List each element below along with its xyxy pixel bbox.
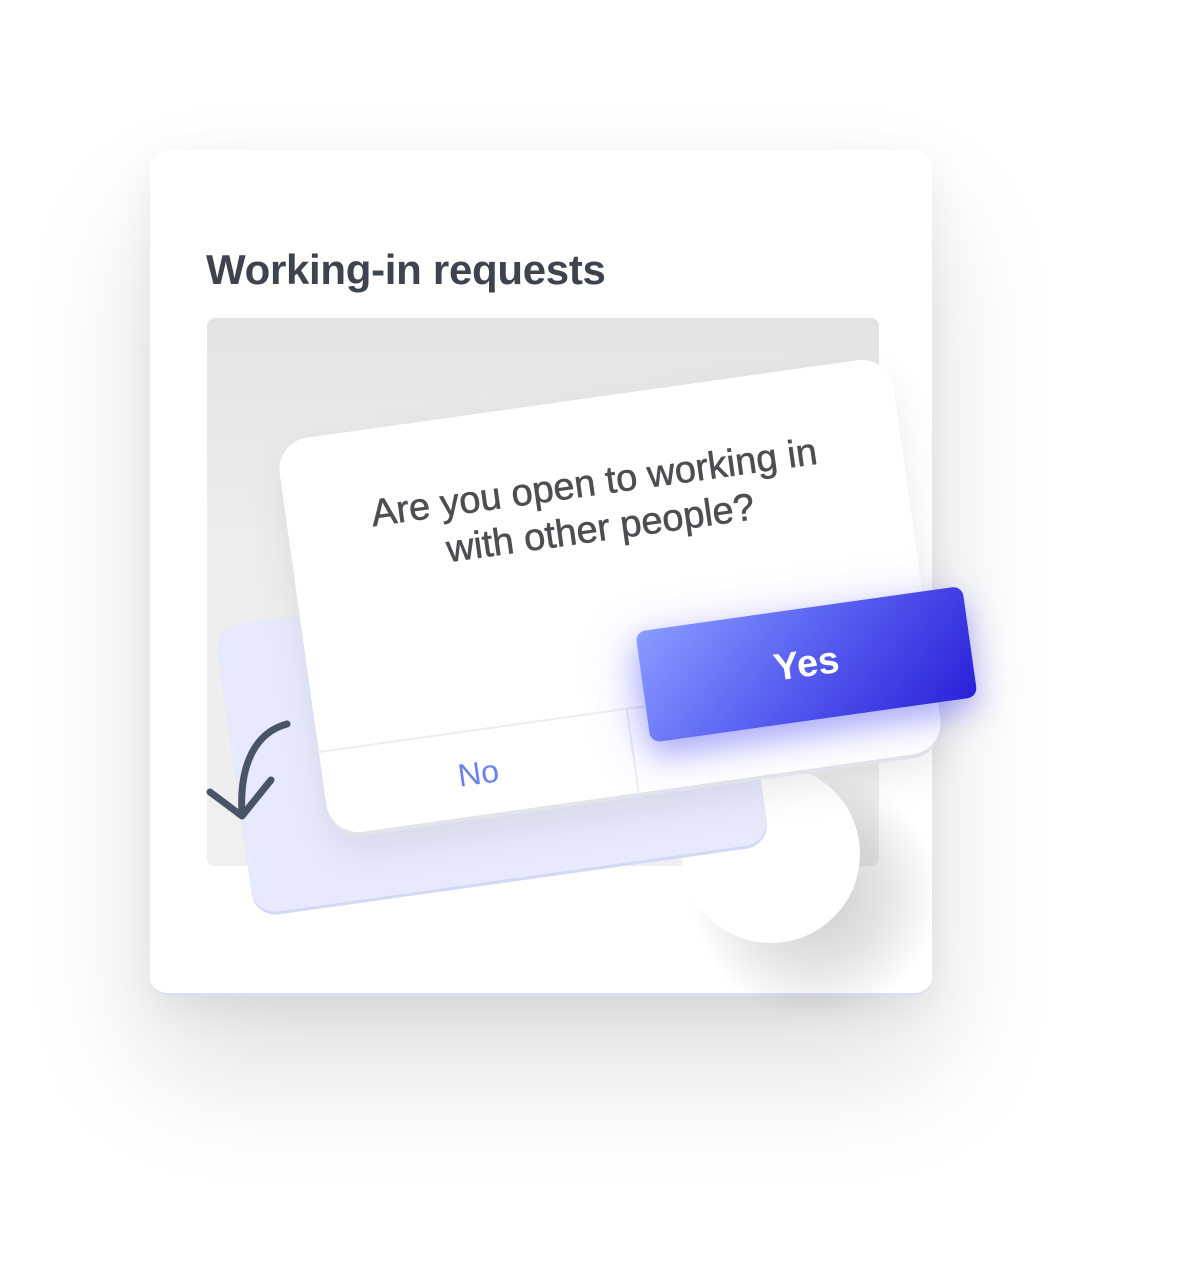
- illustration-stage: Working-in requests Are you open to work…: [0, 0, 1203, 1266]
- dialog-question: Are you open to working in with other pe…: [368, 431, 820, 572]
- curved-arrow-icon: [206, 720, 291, 820]
- panel-title: Working-in requests: [206, 246, 606, 293]
